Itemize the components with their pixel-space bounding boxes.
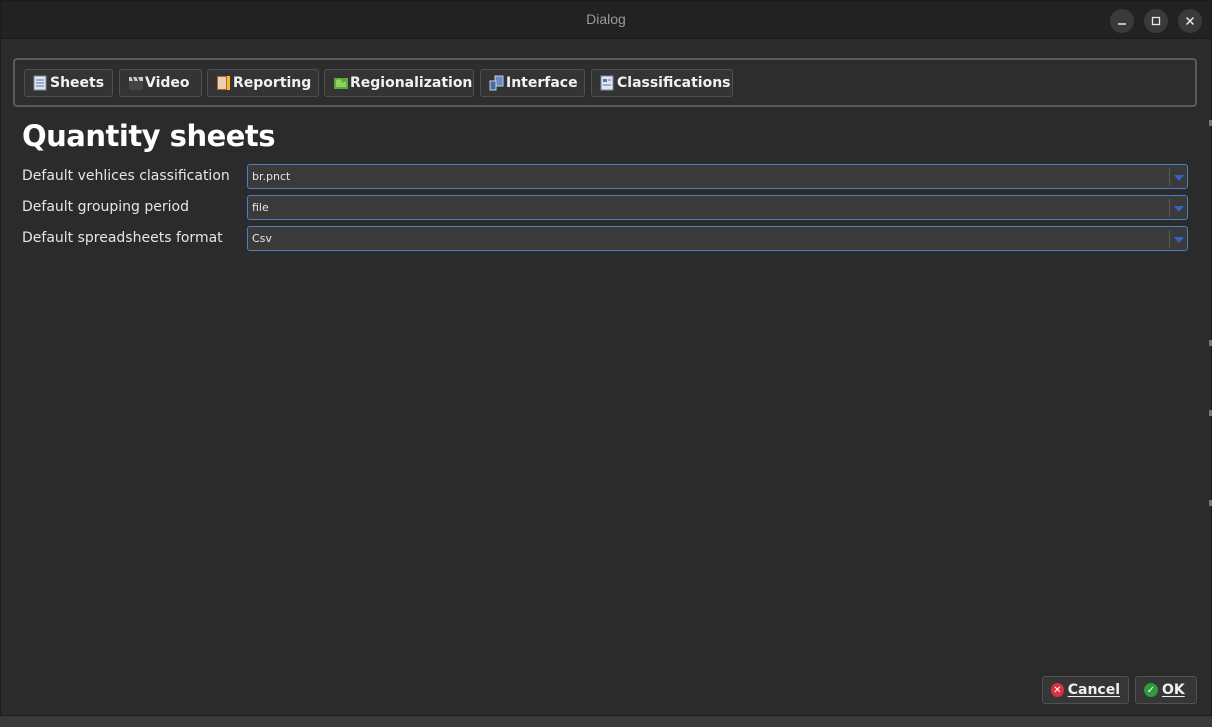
chevron-down-icon[interactable] bbox=[1174, 237, 1184, 243]
minimize-icon bbox=[1118, 23, 1126, 25]
tab-label: Video bbox=[145, 75, 190, 91]
tab-sheets[interactable]: Sheets bbox=[24, 69, 113, 97]
tab-label: Sheets bbox=[50, 75, 105, 91]
sheet-icon bbox=[33, 75, 47, 91]
interface-icon bbox=[489, 75, 504, 91]
tab-classifications[interactable]: Classifications bbox=[591, 69, 733, 97]
dialog-window: Dialog Sheets Video Reporting Regionaliz… bbox=[0, 0, 1212, 716]
title-bar: Dialog bbox=[1, 1, 1211, 39]
ok-button[interactable]: ✓ OK bbox=[1135, 676, 1197, 704]
close-button[interactable] bbox=[1178, 9, 1202, 33]
ok-label: OK bbox=[1162, 682, 1185, 698]
page-title: Quantity sheets bbox=[22, 119, 276, 153]
window-title: Dialog bbox=[586, 11, 626, 27]
clapperboard-icon bbox=[128, 75, 143, 91]
combo-separator bbox=[1169, 230, 1170, 248]
tab-bar: Sheets Video Reporting Regionalization I… bbox=[13, 58, 1197, 107]
report-icon bbox=[216, 75, 230, 91]
spreadsheet-format-value: Csv bbox=[252, 232, 272, 245]
minimize-button[interactable] bbox=[1110, 9, 1134, 33]
tab-label: Regionalization bbox=[350, 75, 473, 91]
tab-label: Reporting bbox=[233, 75, 312, 91]
grouping-period-select[interactable]: file bbox=[247, 195, 1188, 220]
chevron-down-icon[interactable] bbox=[1174, 175, 1184, 181]
classification-select[interactable]: br.pnct bbox=[247, 164, 1188, 189]
tab-regionalization[interactable]: Regionalization bbox=[324, 69, 474, 97]
chevron-down-icon[interactable] bbox=[1174, 206, 1184, 212]
tab-video[interactable]: Video bbox=[119, 69, 202, 97]
close-icon bbox=[1185, 16, 1195, 26]
cancel-icon: ✕ bbox=[1051, 683, 1064, 697]
check-icon: ✓ bbox=[1144, 683, 1158, 697]
classification-label: Default vehlices classification bbox=[22, 168, 230, 184]
tab-reporting[interactable]: Reporting bbox=[207, 69, 319, 97]
tab-interface[interactable]: Interface bbox=[480, 69, 585, 97]
classification-value: br.pnct bbox=[252, 170, 291, 183]
spreadsheet-format-select[interactable]: Csv bbox=[247, 226, 1188, 251]
tab-label: Classifications bbox=[617, 75, 731, 91]
cancel-button[interactable]: ✕ Cancel bbox=[1042, 676, 1129, 704]
combo-separator bbox=[1169, 199, 1170, 217]
grouping-period-label: Default grouping period bbox=[22, 199, 189, 215]
combo-separator bbox=[1169, 168, 1170, 186]
spreadsheet-format-label: Default spreadsheets format bbox=[22, 230, 223, 246]
tab-label: Interface bbox=[506, 75, 578, 91]
map-icon bbox=[333, 75, 348, 91]
maximize-icon bbox=[1151, 16, 1161, 26]
classification-icon bbox=[600, 75, 614, 91]
grouping-period-value: file bbox=[252, 201, 269, 214]
maximize-button[interactable] bbox=[1144, 9, 1168, 33]
cancel-label: Cancel bbox=[1067, 682, 1120, 698]
